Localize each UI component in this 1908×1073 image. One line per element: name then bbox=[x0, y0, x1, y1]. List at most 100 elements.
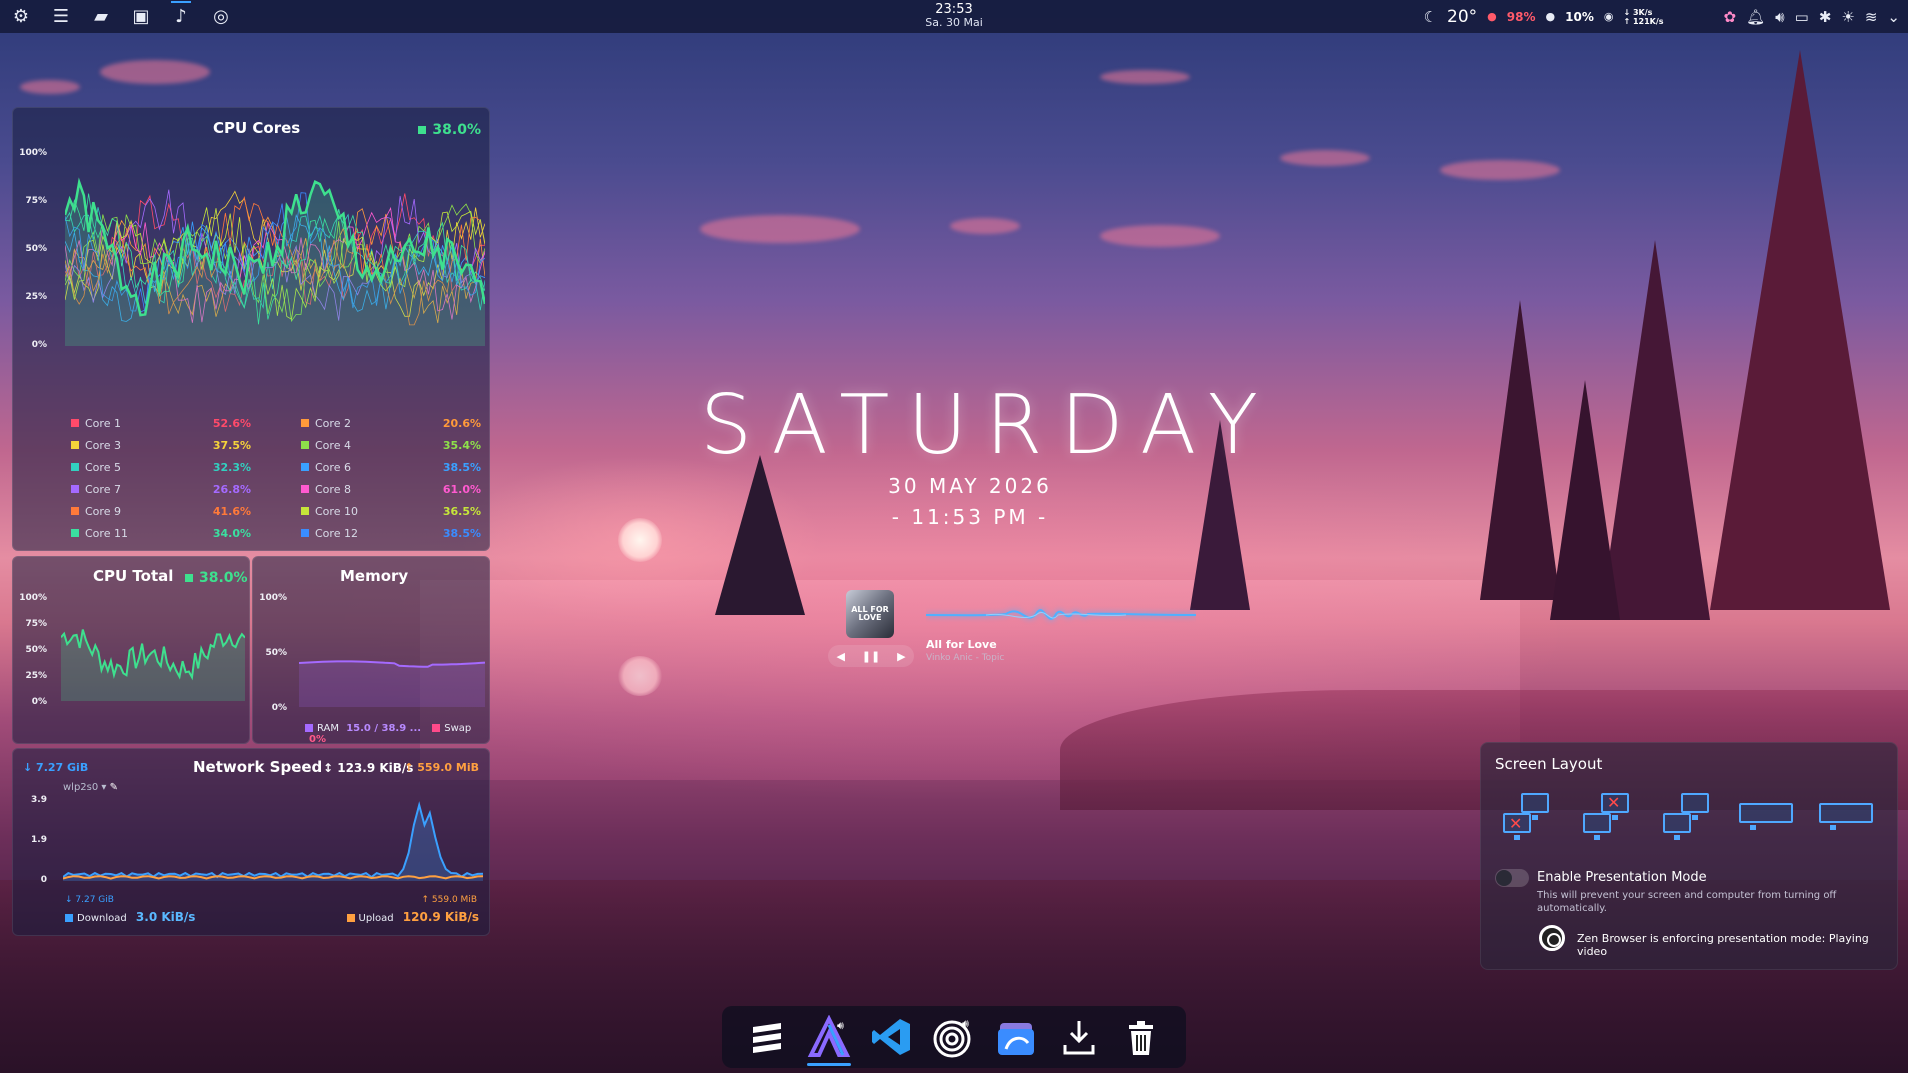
layout-option-laptop-only[interactable]: ✕ bbox=[1579, 793, 1637, 849]
net-up: ↑ 121K/s bbox=[1623, 16, 1664, 26]
presentation-mode-toggle[interactable] bbox=[1495, 869, 1529, 887]
song-title: All for Love bbox=[926, 638, 997, 651]
y-tick-label: 75% bbox=[25, 619, 47, 629]
core-value: 26.8% bbox=[212, 482, 251, 496]
trash-icon[interactable] bbox=[1115, 1011, 1167, 1063]
cpu-cores-title: CPU Cores bbox=[213, 119, 301, 137]
core-name: Core 10 bbox=[315, 504, 358, 518]
clock-time: 23:53 bbox=[935, 2, 973, 17]
cpu-cores-total-value: 38.0% bbox=[432, 122, 481, 138]
memory-title: Memory bbox=[340, 567, 409, 585]
pin-icon[interactable]: ✎ bbox=[110, 782, 118, 793]
app-with-audio-icon[interactable]: ♪ bbox=[168, 0, 194, 30]
control-panel-icon[interactable]: ☰ bbox=[48, 4, 74, 30]
legend-square bbox=[301, 529, 309, 537]
color-picker-icon[interactable]: ✿ bbox=[1724, 8, 1737, 26]
network-title: Network Speed bbox=[193, 758, 323, 776]
previous-button[interactable]: ◀ bbox=[836, 650, 844, 663]
app-launcher-icon[interactable] bbox=[741, 1011, 793, 1063]
arch-app-icon[interactable]: 🔊︎ bbox=[803, 1011, 855, 1066]
zen-notice: Zen Browser is enforcing presentation mo… bbox=[1577, 932, 1869, 958]
vscode-icon[interactable] bbox=[866, 1011, 918, 1063]
core-value: 34.0% bbox=[212, 526, 251, 540]
download-area bbox=[63, 805, 483, 881]
y-tick-label: 100% bbox=[259, 593, 287, 603]
y-tick-label: 25% bbox=[25, 671, 47, 681]
core-value: 38.5% bbox=[442, 460, 481, 474]
core-value: 61.0% bbox=[442, 482, 481, 496]
cpu-total-value: 38.0% bbox=[199, 570, 248, 586]
top-panel: ⚙ ☰ ▰ ▣ ♪ ◎ 23:53 Sa. 30 Mai ☾ 20° ● 98%… bbox=[0, 0, 1908, 33]
album-cover[interactable]: ALL FOR LOVE bbox=[846, 590, 894, 638]
presentation-mode-desc: This will prevent your screen and comput… bbox=[1537, 890, 1837, 914]
y-tick-label: 50% bbox=[265, 648, 287, 658]
song-artist: Vinko Anic - Topic bbox=[926, 653, 1005, 663]
cpu-total-chart bbox=[61, 629, 245, 701]
legend-square bbox=[301, 463, 309, 471]
system-tray: ☾ 20° ● 98% ● 10% ◉ ↓ 3K/s ↑ 121K/s ✿ 🔔︎… bbox=[1424, 0, 1900, 33]
cpu-cores-chart bbox=[65, 177, 485, 346]
layout-option-mirror[interactable] bbox=[1819, 793, 1877, 849]
volume-icon[interactable]: 🔊︎ bbox=[1775, 8, 1784, 26]
core-value: 38.5% bbox=[442, 526, 481, 540]
zen-browser-icon[interactable]: 🔊︎ bbox=[928, 1011, 980, 1063]
cpu-total-title: CPU Total bbox=[93, 567, 174, 585]
layout-option-external-only[interactable]: ✕ bbox=[1499, 793, 1557, 849]
terminal-icon[interactable]: ▣ bbox=[128, 4, 154, 30]
cpu-cores-widget: CPU Cores 38.0% 100% 75% 50% 25% 0% Core 1 52… bbox=[12, 107, 490, 551]
monitor-icon bbox=[1819, 803, 1873, 830]
core-name: Core 8 bbox=[315, 482, 351, 496]
net-speed[interactable]: ↓ 3K/s ↑ 121K/s bbox=[1623, 8, 1663, 26]
core-legend-item: Core 2 20.6% bbox=[301, 414, 481, 432]
legend-square bbox=[301, 485, 309, 493]
zen-browser-icon[interactable]: ◎ bbox=[208, 4, 234, 30]
core-name: Core 9 bbox=[85, 504, 121, 518]
network-sub-up: ↑ 559.0 MiB bbox=[421, 895, 477, 905]
battery-icon[interactable]: ▭ bbox=[1795, 8, 1809, 26]
layout-option-extend[interactable] bbox=[1659, 793, 1717, 849]
core-legend-item: Core 5 32.3% bbox=[71, 458, 251, 476]
interface-selector[interactable]: wlp2s0 ▾ ✎ bbox=[63, 782, 118, 793]
layout-option-side-by-side[interactable] bbox=[1739, 793, 1797, 849]
other-stat[interactable]: 10% bbox=[1565, 10, 1594, 24]
weather-moon-icon[interactable]: ☾ bbox=[1424, 8, 1437, 26]
legend-square bbox=[65, 914, 73, 922]
legend-square bbox=[71, 507, 79, 515]
monitor-icon bbox=[1739, 803, 1793, 830]
core-value: 20.6% bbox=[442, 416, 481, 430]
brightness-icon[interactable]: ☀ bbox=[1841, 8, 1854, 26]
cpu-stat-icon: ● bbox=[1487, 10, 1497, 23]
core-name: Core 11 bbox=[85, 526, 128, 540]
wifi-icon[interactable]: ≋ bbox=[1865, 8, 1878, 26]
legend-square bbox=[432, 724, 441, 732]
presentation-mode-label[interactable]: Enable Presentation Mode bbox=[1537, 870, 1707, 885]
y-tick-label: 0 bbox=[40, 875, 47, 885]
download-icon[interactable] bbox=[1053, 1011, 1105, 1063]
network-speed: ↕ 123.9 KiB/s bbox=[323, 761, 414, 775]
dolphin-file-manager-icon[interactable] bbox=[990, 1011, 1042, 1063]
cpu-stat[interactable]: 98% bbox=[1507, 10, 1536, 24]
dock: 🔊︎ 🔊︎ bbox=[722, 1006, 1186, 1068]
interface-name: wlp2s0 ▾ bbox=[63, 782, 107, 793]
ram-label: RAM bbox=[317, 723, 340, 734]
weather-temp[interactable]: 20° bbox=[1447, 7, 1477, 27]
network-total-up: ↑ 559.0 MiB bbox=[404, 761, 479, 774]
notifications-icon[interactable]: 🔔︎ bbox=[1746, 8, 1765, 26]
monitor-icon bbox=[1521, 793, 1549, 820]
y-tick-label: 50% bbox=[25, 244, 47, 254]
svg-text:🔊︎: 🔊︎ bbox=[837, 1019, 844, 1032]
clock[interactable]: 23:53 Sa. 30 Mai bbox=[904, 3, 1004, 29]
legend-square bbox=[71, 529, 79, 537]
pause-button[interactable]: ❚❚ bbox=[862, 650, 880, 663]
settings-icon[interactable]: ⚙ bbox=[8, 4, 34, 30]
core-value: 37.5% bbox=[212, 438, 251, 452]
next-button[interactable]: ▶ bbox=[897, 650, 905, 663]
upload-label: Upload bbox=[358, 913, 394, 924]
chevron-down-icon[interactable]: ⌄ bbox=[1887, 8, 1900, 26]
upload-value: 120.9 KiB/s bbox=[402, 910, 479, 924]
core-value: 52.6% bbox=[212, 416, 251, 430]
bluetooth-icon[interactable]: ✱ bbox=[1819, 8, 1832, 26]
legend-square bbox=[71, 419, 79, 427]
file-manager-icon[interactable]: ▰ bbox=[88, 4, 114, 30]
core-legend-item: Core 11 34.0% bbox=[71, 524, 251, 542]
